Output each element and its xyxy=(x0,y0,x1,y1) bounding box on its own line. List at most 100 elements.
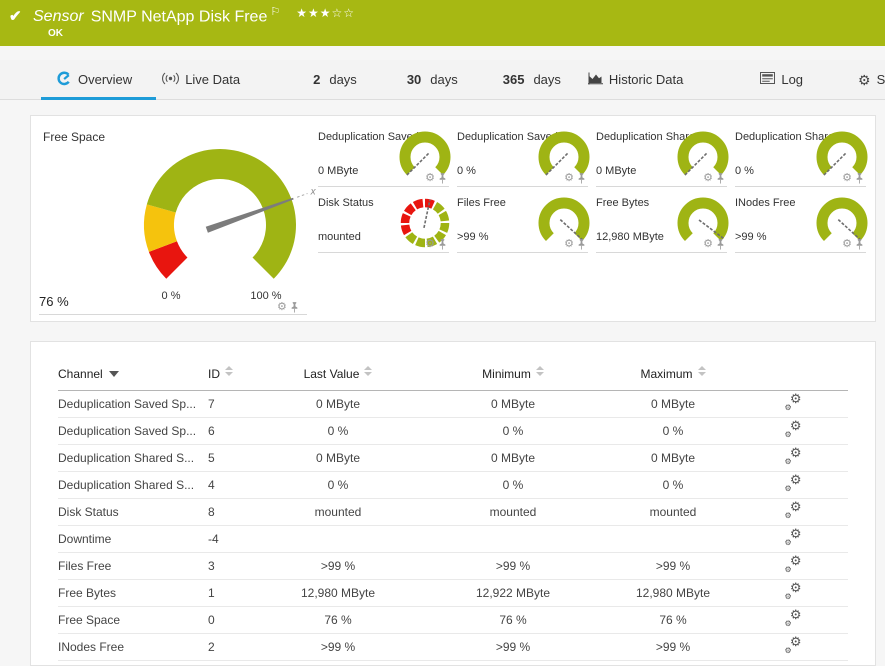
cell-last-value: 0 MByte xyxy=(258,391,418,418)
pin-icon[interactable] xyxy=(577,239,586,250)
broadcast-icon xyxy=(162,72,179,88)
cell-id: 6 xyxy=(208,418,258,445)
gear-icon[interactable]: ⚙ xyxy=(703,239,713,250)
mini-gauge-value: 0 % xyxy=(735,165,754,177)
cell-minimum: 0 MByte xyxy=(418,445,608,472)
table-row[interactable]: Files Free 3 >99 % >99 % >99 % ⚙⚙ xyxy=(58,553,848,580)
tab-365-days[interactable]: 365days xyxy=(503,60,561,99)
tab-30-days[interactable]: 30days xyxy=(407,60,458,99)
column-header-maximum[interactable]: Maximum xyxy=(608,366,738,391)
gear-icon[interactable]: ⚙ xyxy=(564,239,574,250)
tab-2-days[interactable]: 2days xyxy=(313,60,357,99)
pin-icon[interactable] xyxy=(716,239,725,250)
gear-icon[interactable]: ⚙ xyxy=(842,173,852,184)
sort-icon xyxy=(364,366,372,376)
mini-gauge-cell[interactable]: INodes Free >99 % ⚙ xyxy=(735,187,866,253)
tab-historic-data[interactable]: Historic Data xyxy=(588,60,683,99)
table-row[interactable]: Deduplication Shared S... 5 0 MByte 0 MB… xyxy=(58,445,848,472)
channel-settings-icon[interactable]: ⚙⚙ xyxy=(785,584,802,599)
pin-icon[interactable] xyxy=(438,173,447,184)
table-row[interactable]: Deduplication Saved Sp... 7 0 MByte 0 MB… xyxy=(58,391,848,418)
tab-label: Settings xyxy=(877,72,885,87)
priority-stars[interactable]: ★★★☆☆ xyxy=(296,6,355,20)
gear-icon[interactable]: ⚙ xyxy=(277,302,287,313)
cell-minimum: 0 % xyxy=(418,418,608,445)
sensor-kind-label: Sensor xyxy=(33,8,84,25)
tab-overview[interactable]: Overview xyxy=(57,60,132,99)
gear-icon[interactable]: ⚙ xyxy=(425,239,435,250)
cell-channel: Free Bytes xyxy=(58,580,208,607)
page-title: SNMP NetApp Disk Free xyxy=(91,8,268,25)
sort-icon xyxy=(536,366,544,376)
cell-minimum: 0 % xyxy=(418,472,608,499)
main-gauge-min-label: 0 % xyxy=(151,290,191,302)
cell-id: 4 xyxy=(208,472,258,499)
gear-icon[interactable]: ⚙ xyxy=(703,173,713,184)
channel-settings-icon[interactable]: ⚙⚙ xyxy=(785,422,802,437)
cell-minimum: 76 % xyxy=(418,607,608,634)
channel-settings-icon[interactable]: ⚙⚙ xyxy=(785,503,802,518)
gear-icon[interactable]: ⚙ xyxy=(425,173,435,184)
channel-settings-icon[interactable]: ⚙⚙ xyxy=(785,557,802,572)
mini-gauge-value: >99 % xyxy=(457,231,489,243)
channel-settings-icon[interactable]: ⚙⚙ xyxy=(785,638,802,653)
cell-last-value: 12,980 MByte xyxy=(258,580,418,607)
channel-settings-icon[interactable]: ⚙⚙ xyxy=(785,476,802,491)
mini-gauge-cell[interactable]: Deduplication Saved S... 0 MByte ⚙ xyxy=(318,121,449,187)
column-header-id[interactable]: ID xyxy=(208,366,258,391)
mini-gauge-cell[interactable]: Files Free >99 % ⚙ xyxy=(457,187,588,253)
column-header-minimum[interactable]: Minimum xyxy=(418,366,608,391)
column-header-channel[interactable]: Channel xyxy=(58,366,208,391)
mini-gauge-value: 12,980 MByte xyxy=(596,231,664,243)
channel-settings-icon[interactable]: ⚙⚙ xyxy=(785,530,802,545)
mini-gauge-grid: Deduplication Saved S... 0 MByte ⚙ Dedup… xyxy=(318,121,874,253)
table-row[interactable]: INodes Free 2 >99 % >99 % >99 % ⚙⚙ xyxy=(58,634,848,661)
tab-label: Historic Data xyxy=(609,72,683,87)
tab-settings[interactable]: ⚙ Settings xyxy=(858,60,885,99)
tab-log[interactable]: Log xyxy=(760,60,803,99)
channel-settings-icon[interactable]: ⚙⚙ xyxy=(785,395,802,410)
mini-gauge-value: 0 % xyxy=(457,165,476,177)
gauge-actions: ⚙ xyxy=(842,173,864,184)
table-row[interactable]: Disk Status 8 mounted mounted mounted ⚙⚙ xyxy=(58,499,848,526)
mini-gauge-cell[interactable]: Deduplication Shared ... 0 % ⚙ xyxy=(735,121,866,187)
mini-gauge-cell[interactable]: Deduplication Shared ... 0 MByte ⚙ xyxy=(596,121,727,187)
cell-maximum: 0 % xyxy=(608,472,738,499)
mini-gauge-cell[interactable]: Deduplication Saved S... 0 % ⚙ xyxy=(457,121,588,187)
mini-gauge-cell[interactable]: Disk Status mounted ⚙ xyxy=(318,187,449,253)
mini-gauge-value: 0 MByte xyxy=(596,165,636,177)
cell-id: 7 xyxy=(208,391,258,418)
cell-last-value: 76 % xyxy=(258,607,418,634)
cell-minimum xyxy=(418,526,608,553)
mini-gauge-cell[interactable]: Free Bytes 12,980 MByte ⚙ xyxy=(596,187,727,253)
channel-settings-icon[interactable]: ⚙⚙ xyxy=(785,449,802,464)
tab-label: days xyxy=(329,72,356,87)
gauge-actions: ⚙ xyxy=(703,239,725,250)
column-header-last-value[interactable]: Last Value xyxy=(258,366,418,391)
channel-settings-icon[interactable]: ⚙⚙ xyxy=(785,611,802,626)
pin-icon[interactable] xyxy=(855,239,864,250)
cell-maximum xyxy=(608,526,738,553)
pin-icon[interactable] xyxy=(855,173,864,184)
table-row[interactable]: Deduplication Shared S... 4 0 % 0 % 0 % … xyxy=(58,472,848,499)
cell-last-value: 0 % xyxy=(258,418,418,445)
cell-minimum: 0 MByte xyxy=(418,391,608,418)
pin-icon[interactable] xyxy=(438,239,447,250)
tab-live-data[interactable]: Live Data xyxy=(162,60,240,99)
mini-gauge-value: >99 % xyxy=(735,231,767,243)
cell-last-value: 0 % xyxy=(258,472,418,499)
sensor-status-badge: OK xyxy=(48,28,63,39)
pin-icon[interactable] xyxy=(716,173,725,184)
table-row[interactable]: Downtime -4 ⚙⚙ xyxy=(58,526,848,553)
cell-channel: Deduplication Saved Sp... xyxy=(58,418,208,445)
flag-icon[interactable]: ⚐ xyxy=(270,6,280,18)
pin-icon[interactable] xyxy=(290,302,299,313)
table-row[interactable]: Free Bytes 1 12,980 MByte 12,922 MByte 1… xyxy=(58,580,848,607)
pin-icon[interactable] xyxy=(577,173,586,184)
gear-icon[interactable]: ⚙ xyxy=(564,173,574,184)
tab-number: 30 xyxy=(407,72,421,87)
gear-icon[interactable]: ⚙ xyxy=(842,239,852,250)
gauge-actions: ⚙ xyxy=(277,302,299,313)
table-row[interactable]: Deduplication Saved Sp... 6 0 % 0 % 0 % … xyxy=(58,418,848,445)
table-row[interactable]: Free Space 0 76 % 76 % 76 % ⚙⚙ xyxy=(58,607,848,634)
